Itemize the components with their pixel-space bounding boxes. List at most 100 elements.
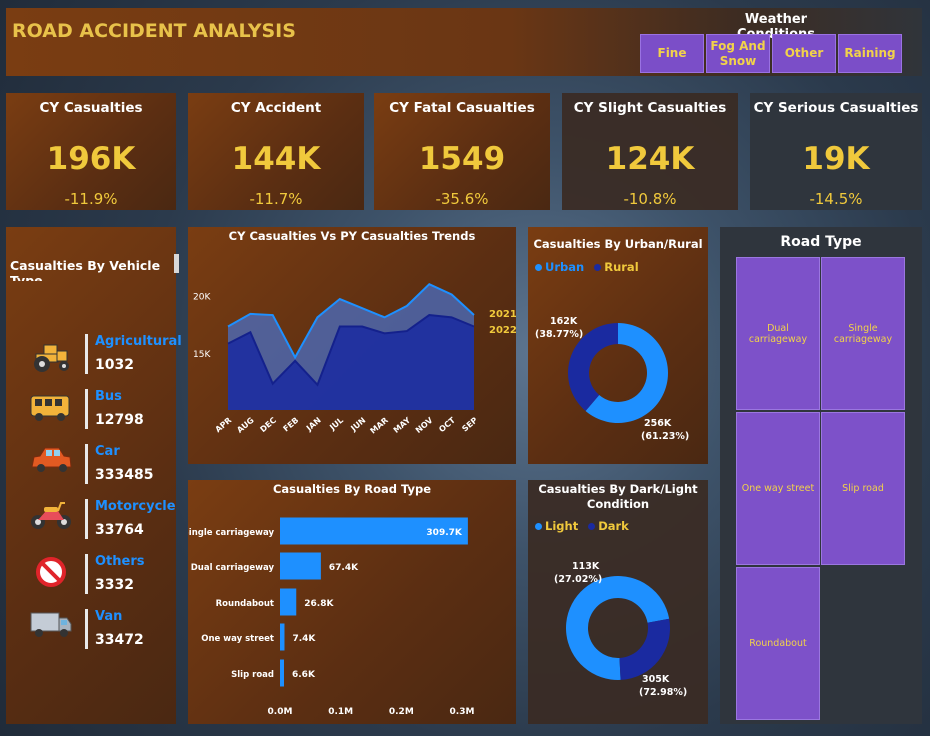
- bus-icon: [30, 395, 70, 421]
- vehicle-name: Motorcycle: [95, 499, 176, 514]
- slice-pct-label: (72.98%): [639, 687, 687, 698]
- series-label: 2022: [489, 325, 516, 336]
- kpi-value: 196K: [46, 141, 136, 177]
- vehicle-value: 3332: [95, 577, 134, 593]
- kpi-label: CY Casualties: [39, 100, 143, 116]
- bar-value-label: 26.8K: [304, 599, 334, 609]
- road-type-treemap-panel: Road Type Dual carriageway Single carria…: [720, 227, 922, 724]
- slice-value-label: 256K: [644, 418, 672, 429]
- vehicle-value: 1032: [95, 357, 134, 373]
- bar-value-label: 309.7K: [426, 528, 462, 538]
- kpi-label: CY Fatal Casualties: [389, 100, 535, 116]
- vehicle-divider: [85, 444, 88, 484]
- x-tick-label: 0.0M: [268, 707, 293, 717]
- kpi-value: 144K: [231, 141, 321, 177]
- kpi-value: 1549: [418, 141, 506, 177]
- x-tick-label: SEP: [460, 416, 479, 434]
- bar-category-label: Roundabout: [216, 599, 274, 609]
- treemap-tile-dual-carriageway[interactable]: Dual carriageway: [736, 257, 820, 410]
- vehicle-divider: [85, 554, 88, 594]
- vehicle-divider: [85, 609, 88, 649]
- kpi-change: -14.5%: [809, 190, 863, 208]
- kpi-cy-casualties: CY Casualties 196K -11.9%: [6, 93, 176, 210]
- donut-slice-dark: [619, 618, 670, 680]
- weather-other-button[interactable]: Other: [772, 34, 836, 73]
- slice-pct-label: (27.02%): [554, 574, 602, 585]
- kpi-cy-serious-casualties: CY Serious Casualties 19K -14.5%: [750, 93, 922, 210]
- x-tick-label: DEC: [258, 416, 278, 435]
- vehicle-value: 333485: [95, 467, 154, 483]
- weather-raining-button[interactable]: Raining: [838, 34, 902, 73]
- van-icon: [30, 612, 72, 637]
- vehicle-name: Van: [95, 609, 123, 624]
- road-type-bar-panel: Casualties By Road Type Single carriagew…: [188, 480, 516, 724]
- bar-slip-road: [280, 659, 285, 687]
- kpi-value: 19K: [802, 141, 870, 177]
- kpi-cy-accident: CY Accident 144K -11.7%: [188, 93, 364, 210]
- dark-light-donut[interactable]: 305K (72.98%) 113K (27.02%): [528, 480, 708, 724]
- x-tick-label: MAY: [392, 416, 413, 435]
- title-bar: ROAD ACCIDENT ANALYSIS Weather Condition…: [6, 8, 922, 76]
- dark-light-panel: Casualties By Dark/Light Condition Light…: [528, 480, 708, 724]
- slice-pct-label: (38.77%): [535, 329, 583, 340]
- vehicle-panel-scrollbar[interactable]: [174, 254, 179, 273]
- bar-value-label: 7.4K: [292, 634, 316, 644]
- slice-value-label: 113K: [572, 561, 600, 572]
- weather-fog-snow-button[interactable]: Fog And Snow: [706, 34, 770, 73]
- urban-rural-donut[interactable]: 256K (61.23%) 162K (38.77%): [528, 227, 708, 464]
- slice-value-label: 162K: [550, 316, 578, 327]
- kpi-change: -11.9%: [64, 190, 118, 208]
- vehicle-divider: [85, 499, 88, 539]
- x-tick-label: OCT: [437, 415, 457, 434]
- treemap-tile-single-carriageway[interactable]: Single carriageway: [821, 257, 905, 410]
- no-entry-icon: [36, 557, 66, 587]
- kpi-cy-fatal-casualties: CY Fatal Casualties 1549 -35.6%: [374, 93, 550, 210]
- x-tick-label: JAN: [304, 416, 323, 434]
- vehicle-divider: [85, 389, 88, 429]
- kpi-change: -10.8%: [623, 190, 677, 208]
- slice-value-label: 305K: [642, 674, 670, 685]
- kpi-value: 124K: [605, 141, 695, 177]
- vehicle-value: 12798: [95, 412, 144, 428]
- vehicle-name: Bus: [95, 389, 122, 404]
- x-tick-label: JUL: [327, 416, 345, 433]
- vehicle-panel: Casualties By Vehicle Type Agricultural …: [6, 227, 182, 724]
- kpi-label: CY Accident: [230, 100, 322, 116]
- kpi-change: -35.6%: [435, 190, 489, 208]
- motorcycle-icon: [31, 502, 71, 529]
- road-type-bar-chart[interactable]: Single carriageway 309.7K Dual carriageway…: [188, 480, 516, 724]
- series-label: 2021: [489, 309, 516, 320]
- trend-area-chart[interactable]: 20K 15K 2021 2022 APR AUG DEC FEB JAN JUL JUN MAR MA…: [188, 227, 516, 464]
- vehicle-value: 33764: [95, 522, 144, 538]
- kpi-cy-slight-casualties: CY Slight Casualties 124K -10.8%: [562, 93, 738, 210]
- bar-category-label: Dual carriageway: [191, 563, 275, 573]
- bar-dual-carriageway: [280, 552, 321, 580]
- vehicle-panel-title: Casualties By Vehicle: [10, 258, 161, 273]
- weather-fine-button[interactable]: Fine: [640, 34, 704, 73]
- x-tick-label: JUN: [349, 416, 368, 434]
- treemap-tile-one-way-street[interactable]: One way street: [736, 412, 820, 565]
- x-tick-label: 0.1M: [328, 707, 353, 717]
- kpi-label: CY Slight Casualties: [573, 100, 727, 116]
- vehicle-name: Agricultural: [95, 334, 182, 349]
- x-tick-label: FEB: [282, 416, 301, 434]
- y-tick-label: 20K: [193, 293, 211, 303]
- urban-rural-panel: Casualties By Urban/Rural Urban Rural 25…: [528, 227, 708, 464]
- bar-one-way-street: [280, 623, 285, 651]
- car-icon: [31, 447, 72, 472]
- treemap-tile-roundabout[interactable]: Roundabout: [736, 567, 820, 720]
- kpi-label: CY Serious Casualties: [753, 100, 919, 116]
- vehicle-divider: [85, 334, 88, 374]
- bar-category-label: One way street: [201, 634, 274, 644]
- vehicle-name: Car: [95, 444, 120, 459]
- x-tick-label: AUG: [235, 416, 255, 435]
- vehicle-value: 33472: [95, 632, 144, 648]
- treemap-tile-slip-road[interactable]: Slip road: [821, 412, 905, 565]
- bar-category-label: Single carriageway: [188, 528, 274, 538]
- x-tick-label: APR: [214, 416, 234, 435]
- bar-value-label: 6.6K: [292, 670, 316, 680]
- slice-pct-label: (61.23%): [641, 431, 689, 442]
- tractor-icon: [34, 344, 69, 372]
- x-tick-label: NOV: [414, 415, 435, 435]
- vehicle-name: Others: [95, 554, 145, 569]
